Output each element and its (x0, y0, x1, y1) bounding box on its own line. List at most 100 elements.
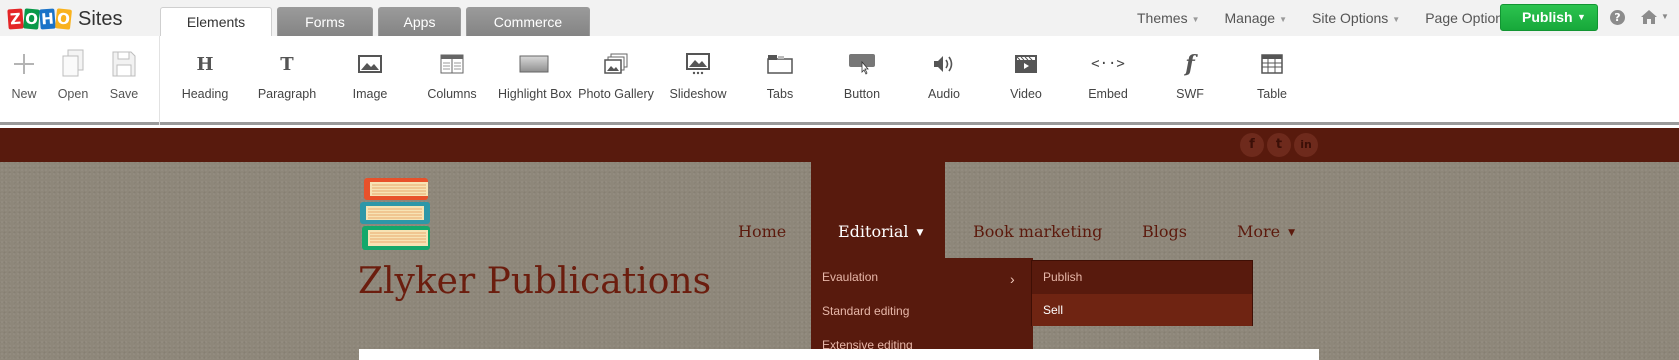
button-tool[interactable]: Button (831, 48, 893, 101)
audio-tool[interactable]: Audio (913, 48, 975, 101)
element-toolbar: New Open Save H Heading T Paragraph Imag… (0, 36, 1679, 125)
new-page-button[interactable]: New (6, 48, 42, 101)
paragraph-icon: T (257, 48, 317, 80)
tool-label: Button (843, 87, 881, 101)
site-options-menu[interactable]: Site Options ▼ (1312, 10, 1400, 26)
photo-gallery-tool[interactable]: Photo Gallery (578, 48, 654, 101)
video-tool[interactable]: Video (995, 48, 1057, 101)
tab-elements[interactable]: Elements (160, 7, 272, 37)
twitter-icon[interactable]: t (1267, 133, 1291, 157)
tab-commerce[interactable]: Commerce (466, 7, 590, 36)
swf-tool[interactable]: f SWF (1159, 48, 1221, 101)
highlight-box-tool[interactable]: Highlight Box (498, 48, 572, 101)
button-icon (831, 48, 893, 80)
tool-label: Paragraph (257, 87, 317, 101)
submenu-item-publish[interactable]: Publish (1032, 261, 1252, 293)
publish-button[interactable]: Publish ▼ (1500, 4, 1598, 31)
slideshow-icon (667, 48, 729, 80)
swf-glyph: f (1185, 51, 1195, 77)
video-icon (995, 48, 1057, 80)
caret-down-icon: ▼ (1191, 14, 1200, 24)
image-tool[interactable]: Image (340, 48, 400, 101)
dropdown-item-standard-editing[interactable]: Standard editing (822, 304, 909, 318)
tabs-icon (749, 48, 811, 80)
caret-down-icon: ▼ (1392, 14, 1401, 24)
embed-glyph: <··> (1091, 56, 1125, 72)
home-icon[interactable] (1640, 8, 1658, 31)
submenu-item-sell[interactable]: Sell (1032, 294, 1252, 326)
tool-label: Image (352, 87, 388, 101)
plus-icon (6, 48, 42, 80)
active-nav-highlight (811, 162, 945, 258)
zoho-sites-logo[interactable]: Z O H O Sites (7, 7, 123, 31)
tool-label: SWF (1176, 87, 1204, 101)
tool-label: New (11, 87, 37, 101)
swf-icon: f (1159, 48, 1221, 80)
facebook-icon[interactable]: f (1240, 133, 1264, 157)
site-nav-book-marketing[interactable]: Book marketing (973, 222, 1102, 242)
caret-down-icon: ▼ (1288, 228, 1296, 238)
highlight-box-icon (498, 48, 570, 80)
open-pages-icon (55, 48, 91, 80)
zoho-logo-letter: O (23, 8, 40, 30)
site-header-band: f t in (0, 128, 1679, 162)
app-name: Sites (78, 8, 123, 30)
tool-label: Slideshow (669, 87, 727, 101)
heading-tool[interactable]: H Heading (175, 48, 235, 102)
table-tool[interactable]: Table (1241, 48, 1303, 101)
tab-apps[interactable]: Apps (378, 7, 461, 36)
tool-label: Columns (427, 87, 477, 101)
tab-forms[interactable]: Forms (277, 7, 373, 36)
site-nav-editorial[interactable]: Editorial ▼ (838, 222, 923, 243)
themes-menu-label: Themes (1137, 10, 1188, 26)
editorial-dropdown: Evaulation Standard editing Extensive ed… (811, 258, 1033, 360)
open-page-button[interactable]: Open (55, 48, 91, 101)
tool-label: Tabs (766, 87, 794, 101)
floppy-disk-icon (106, 48, 142, 80)
table-icon (1241, 48, 1303, 80)
zoho-logo-letter: Z (7, 8, 24, 30)
caret-down-icon[interactable]: ▼ (1577, 5, 1586, 30)
zoho-logo-letter: O (54, 8, 73, 30)
photo-gallery-icon (578, 48, 654, 80)
tool-label: Audio (928, 87, 960, 101)
site-nav-more-label: More (1237, 222, 1281, 241)
embed-tool[interactable]: <··> Embed (1077, 48, 1139, 101)
site-brand-name[interactable]: Zlyker Publications (358, 260, 711, 304)
linkedin-icon[interactable]: in (1294, 133, 1318, 157)
tool-label: Highlight Box (498, 87, 572, 101)
columns-tool[interactable]: Columns (422, 48, 482, 101)
slideshow-tool[interactable]: Slideshow (667, 48, 729, 101)
books-logo-icon[interactable] (360, 176, 434, 257)
top-bar: Z O H O Sites Elements Forms Apps Commer… (0, 0, 1679, 37)
tabs-tool[interactable]: Tabs (749, 48, 811, 101)
top-menu: Themes ▼ Manage ▼ Site Options ▼ Page Optio… (1137, 0, 1547, 36)
heading-glyph: H (196, 53, 214, 75)
save-page-button[interactable]: Save (106, 48, 142, 101)
zoho-logo-letter: H (39, 8, 56, 30)
tool-label: Video (1010, 87, 1042, 101)
caret-down-icon[interactable]: ▼ (1661, 12, 1669, 21)
site-nav-blogs[interactable]: Blogs (1142, 222, 1187, 242)
tool-label: Save (109, 87, 139, 101)
site-content-area[interactable] (359, 349, 1319, 360)
site-options-menu-label: Site Options (1312, 10, 1389, 26)
audio-icon (913, 48, 975, 80)
themes-menu[interactable]: Themes ▼ (1137, 10, 1200, 26)
image-icon (340, 48, 400, 80)
paragraph-tool[interactable]: T Paragraph (257, 48, 317, 102)
embed-icon: <··> (1077, 48, 1139, 80)
evaluation-submenu: Publish Sell (1031, 260, 1253, 326)
tool-label: Open (57, 87, 89, 101)
site-nav-more[interactable]: More ▼ (1237, 222, 1295, 243)
tool-label: Heading (181, 87, 229, 101)
site-preview-canvas[interactable]: f t in Zlyker Publications Home Editoria… (0, 128, 1679, 360)
manage-menu[interactable]: Manage ▼ (1225, 10, 1288, 26)
dropdown-item-evaluation[interactable]: Evaulation (822, 270, 878, 284)
caret-down-icon: ▼ (1279, 14, 1288, 24)
caret-down-icon: ▼ (916, 228, 924, 238)
help-icon[interactable]: ? (1610, 10, 1625, 25)
columns-icon (422, 48, 482, 80)
site-nav-home[interactable]: Home (738, 222, 786, 242)
manage-menu-label: Manage (1224, 10, 1276, 26)
